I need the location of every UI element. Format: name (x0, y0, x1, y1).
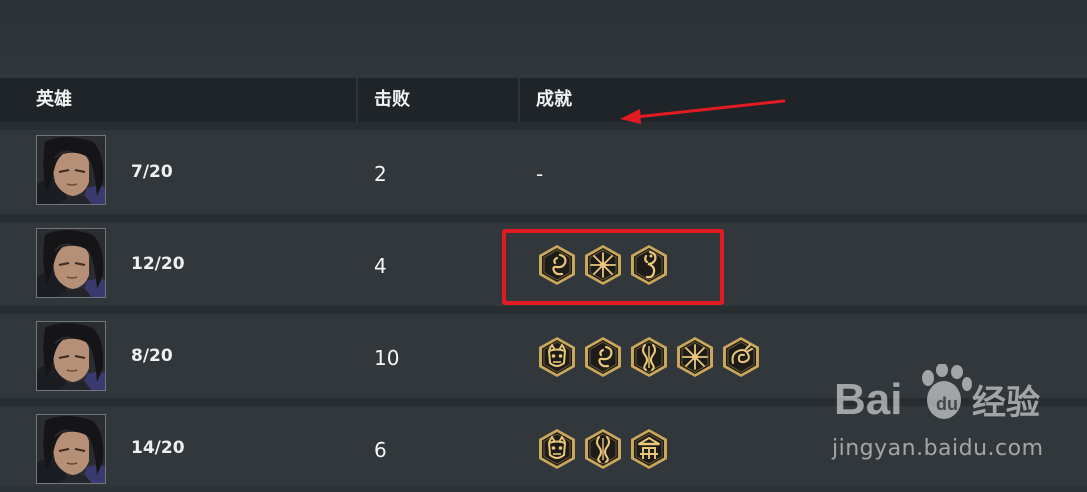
watermark: Bai du 经验 jingyan.baidu.com (832, 363, 1072, 474)
svg-text:Bai: Bai (834, 375, 902, 424)
baidu-paw-icon: Bai du 经验 (834, 363, 1040, 424)
svg-text:du: du (936, 394, 958, 414)
watermark-url: jingyan.baidu.com (832, 436, 1044, 461)
svg-text:经验: 经验 (972, 383, 1040, 423)
